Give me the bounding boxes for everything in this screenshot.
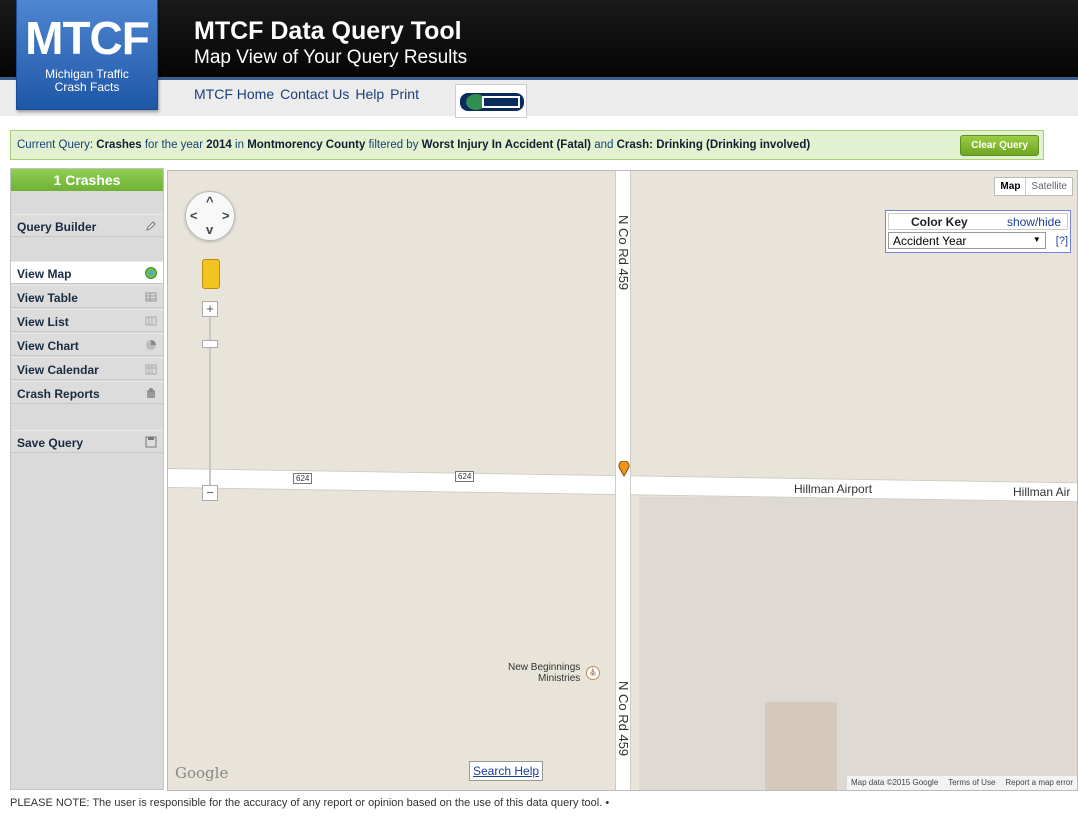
crash-marker-icon[interactable]	[618, 461, 630, 477]
church-icon[interactable]: ⛪	[586, 666, 600, 680]
sidebar-item-view-calendar[interactable]: View Calendar	[11, 357, 163, 380]
sidebar-item-view-map[interactable]: View Map	[11, 261, 163, 284]
mtcf-logo[interactable]: MTCF Michigan Traffic Crash Facts	[16, 0, 158, 110]
query-filter-injury: Worst Injury In Accident (Fatal)	[421, 139, 591, 151]
sidebar-item-label: View Calendar	[17, 363, 99, 377]
search-help-button[interactable]: Search Help	[469, 761, 544, 781]
query-text: filtered by	[368, 139, 419, 151]
query-text: and	[594, 139, 614, 151]
zoom-slider-track[interactable]	[209, 301, 211, 491]
sidebar-item-view-chart[interactable]: View Chart	[11, 333, 163, 356]
pie-chart-icon	[146, 340, 156, 350]
sidebar: 1 Crashes Query Builder View Map View Ta…	[10, 168, 164, 790]
sidebar-item-label: View Map	[17, 267, 72, 281]
sidebar-item-crash-reports[interactable]: Crash Reports	[11, 381, 163, 404]
query-county: Montmorency County	[247, 139, 366, 151]
sidebar-item-label: View List	[17, 315, 69, 329]
sidebar-item-label: View Chart	[17, 339, 79, 353]
pan-down-icon[interactable]: v	[206, 222, 213, 237]
sidebar-item-view-table[interactable]: View Table	[11, 285, 163, 308]
map-view[interactable]: N Co Rd 459 N Co Rd 459 624 624 Hillman …	[167, 170, 1078, 791]
map-type-satellite-button[interactable]: Satellite	[1026, 178, 1072, 195]
logo-title: MTCF	[25, 12, 150, 64]
route-shield: 624	[293, 473, 313, 484]
nav-mtcf-home[interactable]: MTCF Home	[194, 86, 274, 102]
google-logo[interactable]: Google	[175, 764, 228, 782]
road-label: Hillman Airport	[794, 482, 873, 496]
pan-control[interactable]: ^ < > v	[185, 191, 235, 241]
sidebar-item-label: Crash Reports	[17, 387, 100, 401]
poi-name-line2: Ministries	[538, 673, 581, 684]
zoom-out-button[interactable]: −	[202, 485, 218, 501]
map-type-control: Map Satellite	[994, 177, 1073, 196]
color-key-title: Color Key	[911, 214, 968, 229]
color-key-header: Color Key show/hide	[888, 213, 1068, 230]
pencil-icon	[146, 221, 156, 231]
clear-query-button[interactable]: Clear Query	[960, 135, 1039, 156]
query-prefix: Current Query:	[17, 139, 94, 151]
zoom-in-button[interactable]: +	[202, 301, 218, 317]
ohsp-logo-icon[interactable]	[455, 84, 527, 118]
current-query-bar: Current Query: Crashes for the year 2014…	[10, 130, 1044, 160]
top-nav: MTCF Home Contact Us Help Print	[194, 86, 419, 102]
poi-label: New Beginnings Ministries	[508, 662, 580, 684]
terms-of-use-link[interactable]: Terms of Use	[948, 778, 995, 788]
road-label: N Co Rd 459	[616, 215, 631, 291]
map-attribution: Map data ©2015 Google Terms of Use Repor…	[846, 776, 1077, 790]
query-text: in	[235, 139, 244, 151]
query-year: 2014	[206, 139, 232, 151]
airport-area	[639, 497, 1077, 790]
nav-print[interactable]: Print	[390, 86, 419, 102]
color-key-help-link[interactable]: [?]	[1056, 235, 1068, 247]
list-icon	[145, 316, 157, 326]
report-icon	[147, 388, 155, 398]
table-icon	[145, 292, 157, 302]
poi-name-line1: New Beginnings	[508, 662, 581, 673]
color-key-panel: Color Key show/hide Accident Year [?]	[885, 210, 1071, 253]
report-map-error-link[interactable]: Report a map error	[1005, 778, 1073, 788]
pan-left-icon[interactable]: <	[190, 208, 198, 223]
map-data-credit: Map data ©2015 Google	[850, 778, 939, 787]
logo-subtitle-line2: Crash Facts	[54, 80, 120, 94]
pan-up-icon[interactable]: ^	[206, 194, 214, 209]
road-label: Hillman Air	[1013, 485, 1071, 499]
calendar-icon	[145, 364, 157, 375]
building	[765, 702, 837, 790]
query-subject: Crashes	[96, 139, 142, 151]
app-title: MTCF Data Query Tool	[194, 17, 462, 45]
disclaimer-note: PLEASE NOTE: The user is responsible for…	[10, 797, 610, 809]
sidebar-item-view-list[interactable]: View List	[11, 309, 163, 332]
globe-icon	[145, 267, 157, 279]
app-subtitle: Map View of Your Query Results	[194, 47, 468, 68]
nav-contact-us[interactable]: Contact Us	[280, 86, 349, 102]
sidebar-item-label: Query Builder	[17, 220, 97, 234]
road-label: N Co Rd 459	[616, 681, 631, 757]
floppy-disk-icon	[145, 436, 157, 448]
crash-count-badge: 1 Crashes	[11, 169, 163, 191]
color-key-select-row: Accident Year [?]	[888, 232, 1068, 249]
nav-help[interactable]: Help	[355, 86, 384, 102]
map-type-map-button[interactable]: Map	[995, 178, 1027, 195]
zoom-slider-handle[interactable]	[202, 340, 218, 348]
street-view-pegman-icon[interactable]	[202, 259, 220, 289]
query-filter-drinking: Crash: Drinking (Drinking involved)	[616, 139, 811, 151]
sidebar-item-label: Save Query	[17, 436, 84, 450]
route-shield: 624	[455, 471, 475, 482]
color-key-select[interactable]: Accident Year	[888, 232, 1046, 249]
pan-right-icon[interactable]: >	[222, 208, 230, 223]
sidebar-item-label: View Table	[17, 291, 78, 305]
sidebar-item-query-builder[interactable]: Query Builder	[11, 214, 163, 237]
page-header: MTCF Michigan Traffic Crash Facts MTCF D…	[0, 0, 1078, 118]
sidebar-item-save-query[interactable]: Save Query	[11, 430, 163, 453]
color-key-toggle[interactable]: show/hide	[1007, 215, 1061, 229]
header-banner	[0, 0, 1078, 80]
query-text: for the year	[144, 139, 204, 151]
